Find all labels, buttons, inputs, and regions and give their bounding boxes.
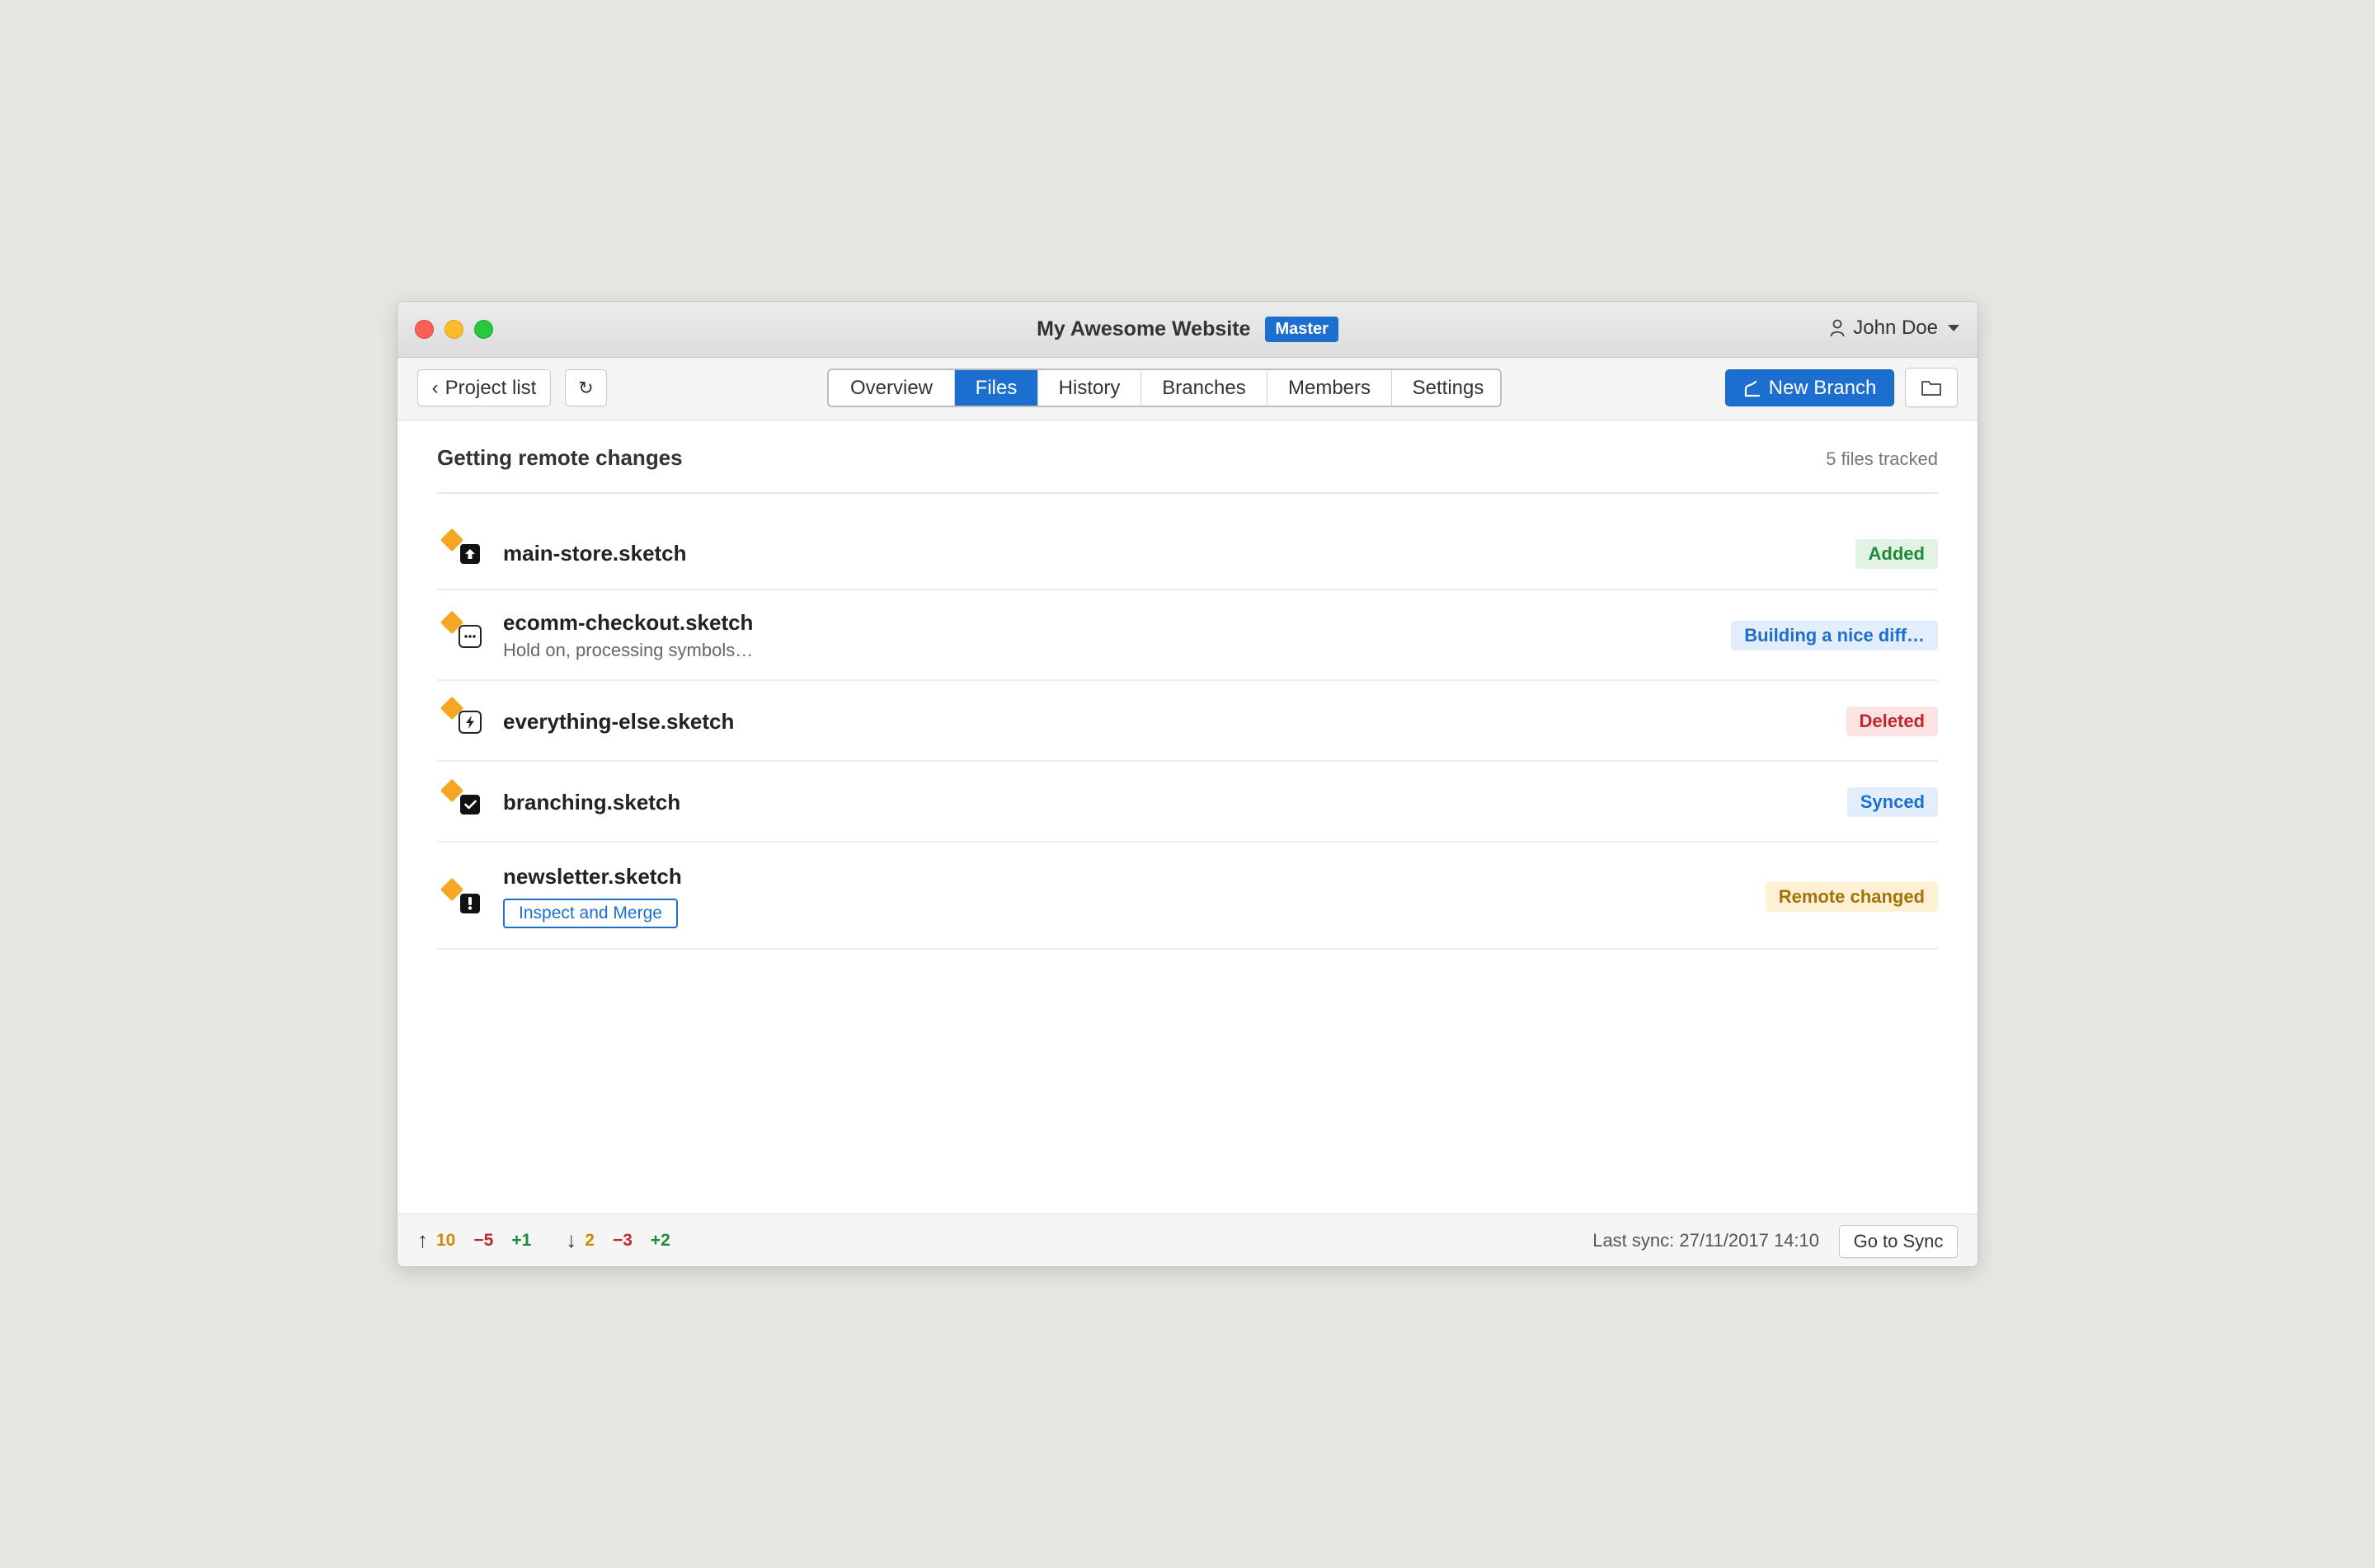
tab-history[interactable]: History [1038,370,1141,406]
open-folder-button[interactable] [1905,368,1958,407]
refresh-button[interactable]: ↻ [565,369,607,406]
tab-settings[interactable]: Settings [1392,370,1500,406]
file-row-everything-else[interactable]: everything-else.sketch Deleted [437,681,1938,762]
chevron-left-icon: ‹ [431,376,439,399]
files-count: 5 files tracked [1826,448,1938,469]
upload-icon [459,542,482,566]
sketch-file-icon [440,528,482,570]
folder-icon [1921,381,1941,396]
arrow-down-icon: ↓ [566,1228,577,1252]
file-list: main-store.sketch Added ecomm-checkout.s… [437,518,1938,950]
lightning-icon [459,711,482,734]
files-panel: Getting remote changes 5 files tracked m… [397,420,1978,1214]
outgoing-changed-count: 10 [436,1230,456,1250]
file-row-newsletter[interactable]: newsletter.sketch Inspect and Merge Remo… [437,843,1938,950]
status-badge: Deleted [1846,707,1938,736]
title-bar: My Awesome Website Master John Doe [397,302,1978,358]
status-badge: Remote changed [1765,882,1938,912]
incoming-added-count: +2 [650,1230,670,1250]
more-icon [459,625,482,648]
view-tabs: Overview Files History Branches Members … [827,369,1502,407]
incoming-removed-count: −3 [612,1230,633,1250]
user-name: John Doe [1853,317,1938,339]
sketch-file-icon [440,877,482,920]
status-badge: Added [1855,539,1938,569]
tab-files[interactable]: Files [955,370,1038,406]
check-icon [459,793,482,816]
window-title-group: My Awesome Website Master [397,302,1978,357]
new-branch-button[interactable]: New Branch [1725,369,1894,406]
go-to-sync-button[interactable]: Go to Sync [1839,1225,1958,1258]
status-badge: Synced [1846,787,1938,817]
user-icon [1830,319,1845,337]
file-name: everything-else.sketch [503,709,735,734]
new-branch-label: New Branch [1768,376,1877,399]
arrow-up-icon: ↑ [417,1228,428,1252]
branch-icon [1744,380,1760,397]
branch-badge[interactable]: Master [1265,317,1338,342]
sketch-file-icon [440,696,482,739]
outgoing-added-count: +1 [511,1230,532,1250]
user-menu[interactable]: John Doe [1830,317,1959,340]
project-list-button[interactable]: ‹ Project list [417,369,551,406]
sketch-file-icon [440,778,482,821]
file-row-main-store[interactable]: main-store.sketch Added [437,518,1938,590]
change-stats: ↑ 10 −5 +1 ↓ 2 −3 +2 [417,1214,689,1266]
refresh-icon: ↻ [578,377,594,398]
tab-branches[interactable]: Branches [1141,370,1267,406]
tab-members[interactable]: Members [1267,370,1392,406]
sketch-file-icon [440,610,482,653]
outgoing-removed-count: −5 [473,1230,494,1250]
tab-overview[interactable]: Overview [829,370,955,406]
app-window: My Awesome Website Master John Doe ‹ Pro… [397,301,1978,1267]
status-badge: Building a nice diff… [1731,621,1938,650]
project-list-label: Project list [444,376,537,399]
section-header: Getting remote changes 5 files tracked [437,420,1938,494]
status-footer: ↑ 10 −5 +1 ↓ 2 −3 +2 Last sync: 27/11/20… [397,1214,1978,1266]
toolbar: ‹ Project list ↻ Overview Files History … [397,358,1978,420]
file-row-branding[interactable]: branching.sketch Synced [437,762,1938,843]
chevron-down-icon [1948,325,1959,331]
last-sync-text: Last sync: 27/11/2017 14:10 [1592,1229,1819,1251]
exclamation-icon [459,892,482,915]
file-name: newsletter.sketch [503,864,682,889]
file-name: ecomm-checkout.sketch [503,610,754,635]
incoming-changed-count: 2 [585,1230,595,1250]
file-row-ecomm-checkout[interactable]: ecomm-checkout.sketch Hold on, processin… [437,590,1938,681]
window-title: My Awesome Website [1037,317,1251,340]
inspect-and-merge-button[interactable]: Inspect and Merge [503,899,678,928]
section-title: Getting remote changes [437,445,683,470]
file-name: main-store.sketch [503,541,687,566]
file-subtitle: Hold on, processing symbols… [503,640,754,660]
file-name: branching.sketch [503,790,681,815]
